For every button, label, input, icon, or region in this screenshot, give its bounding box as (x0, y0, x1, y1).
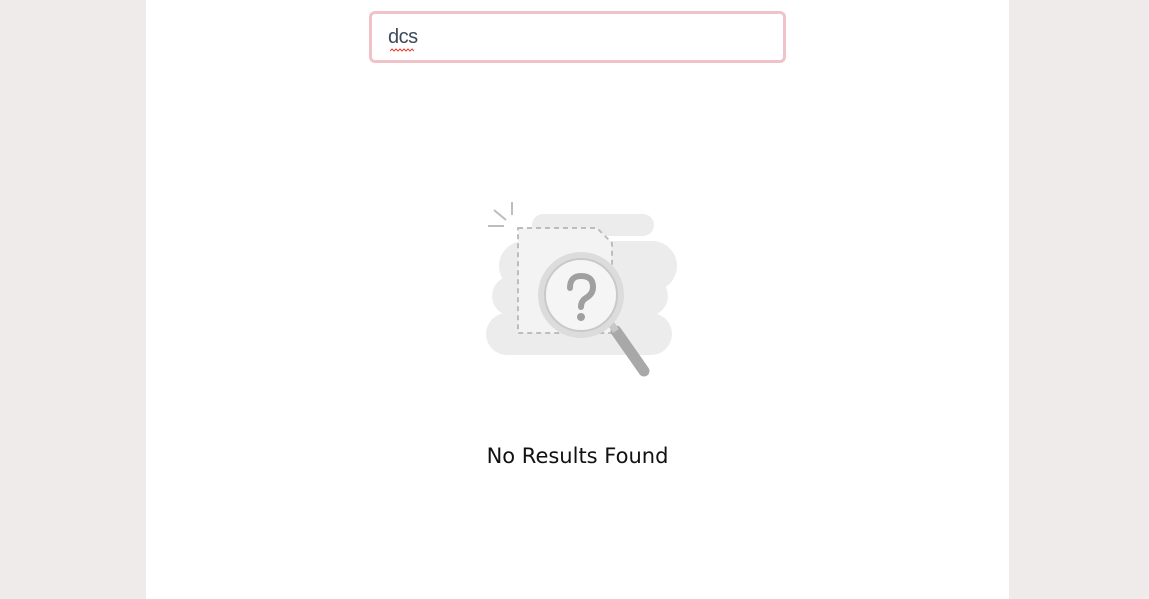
results-panel: No Results Found (146, 0, 1009, 599)
search-input[interactable] (372, 14, 783, 60)
no-results-message: No Results Found (486, 444, 669, 468)
magnifier-question-icon (486, 202, 677, 377)
spellcheck-underline (390, 48, 414, 52)
search-box[interactable] (369, 11, 786, 63)
